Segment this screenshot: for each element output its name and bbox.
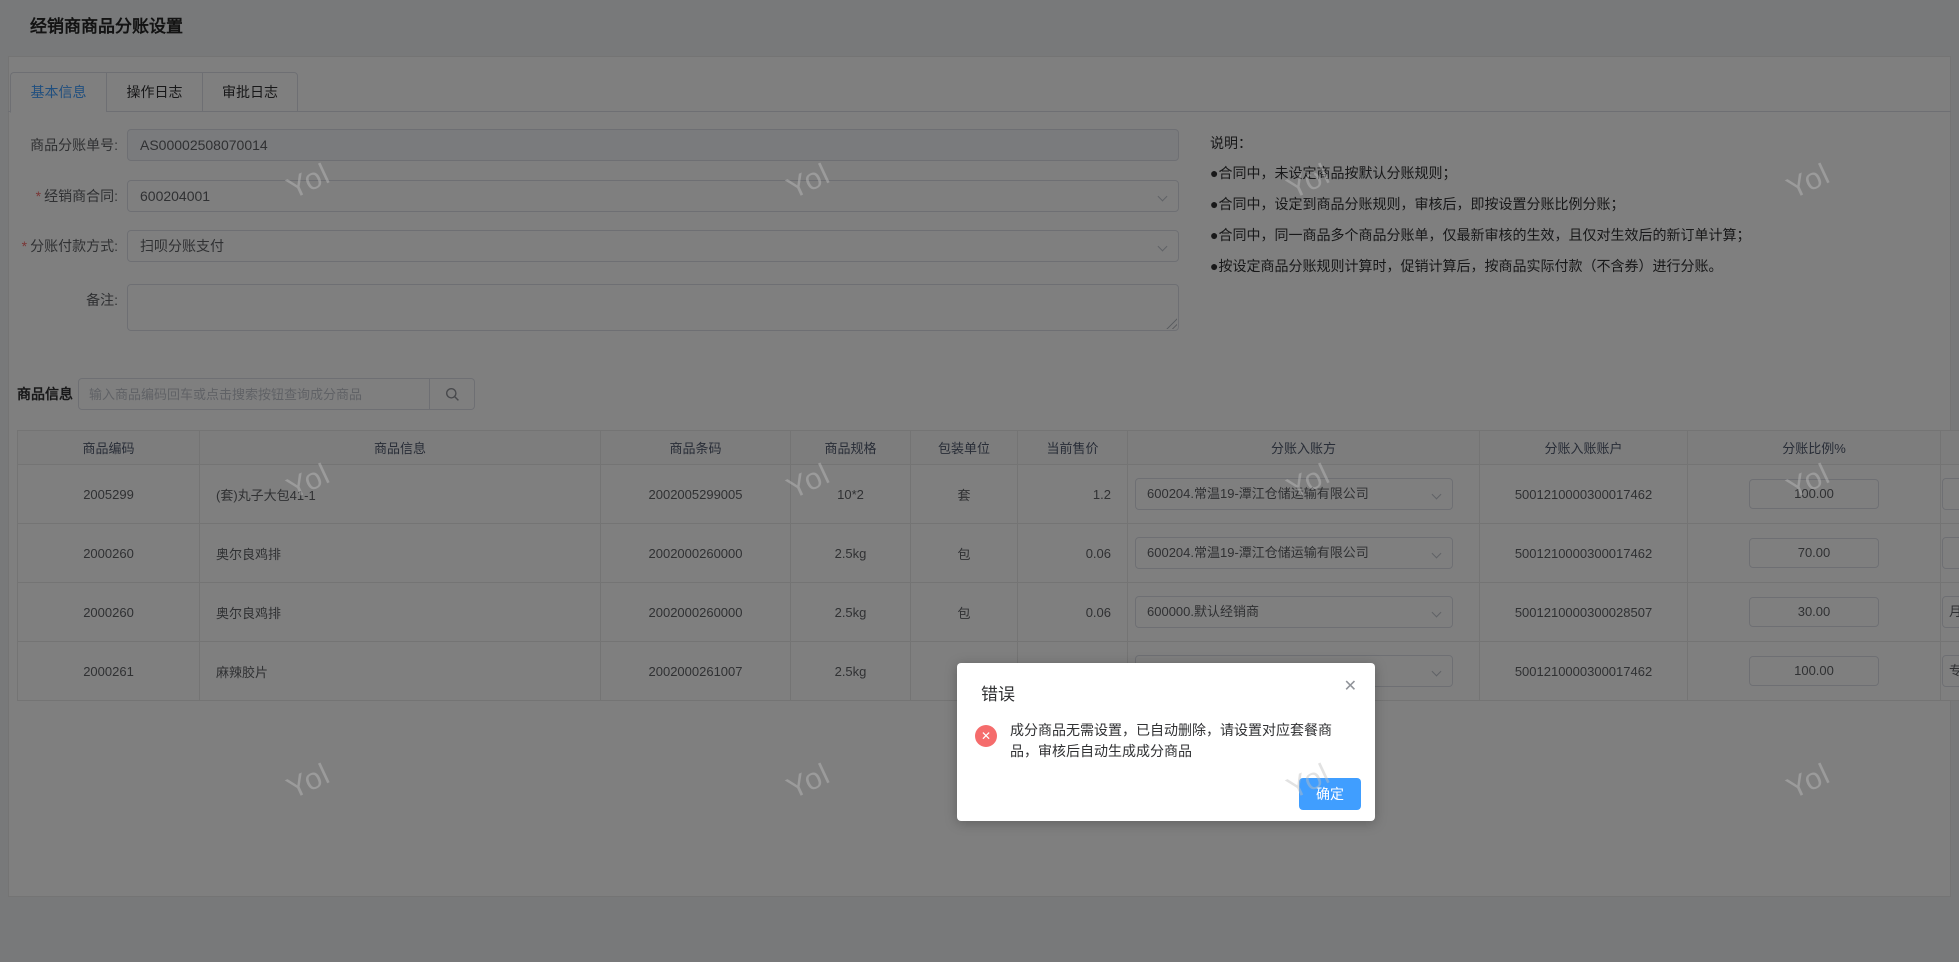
close-icon[interactable]: ✕	[1344, 679, 1357, 695]
error-icon: ✕	[975, 725, 997, 747]
dialog-message: 成分商品无需设置，已自动删除，请设置对应套餐商品，审核后自动生成成分商品	[1010, 720, 1346, 762]
page: 经销商商品分账设置 基本信息 操作日志 审批日志 商品分账单号: AS00002…	[0, 0, 1959, 962]
dialog-title: 错误	[981, 680, 1015, 705]
confirm-button[interactable]: 确定	[1299, 778, 1361, 810]
error-dialog: 错误 ✕ ✕ 成分商品无需设置，已自动删除，请设置对应套餐商品，审核后自动生成成…	[957, 663, 1375, 821]
